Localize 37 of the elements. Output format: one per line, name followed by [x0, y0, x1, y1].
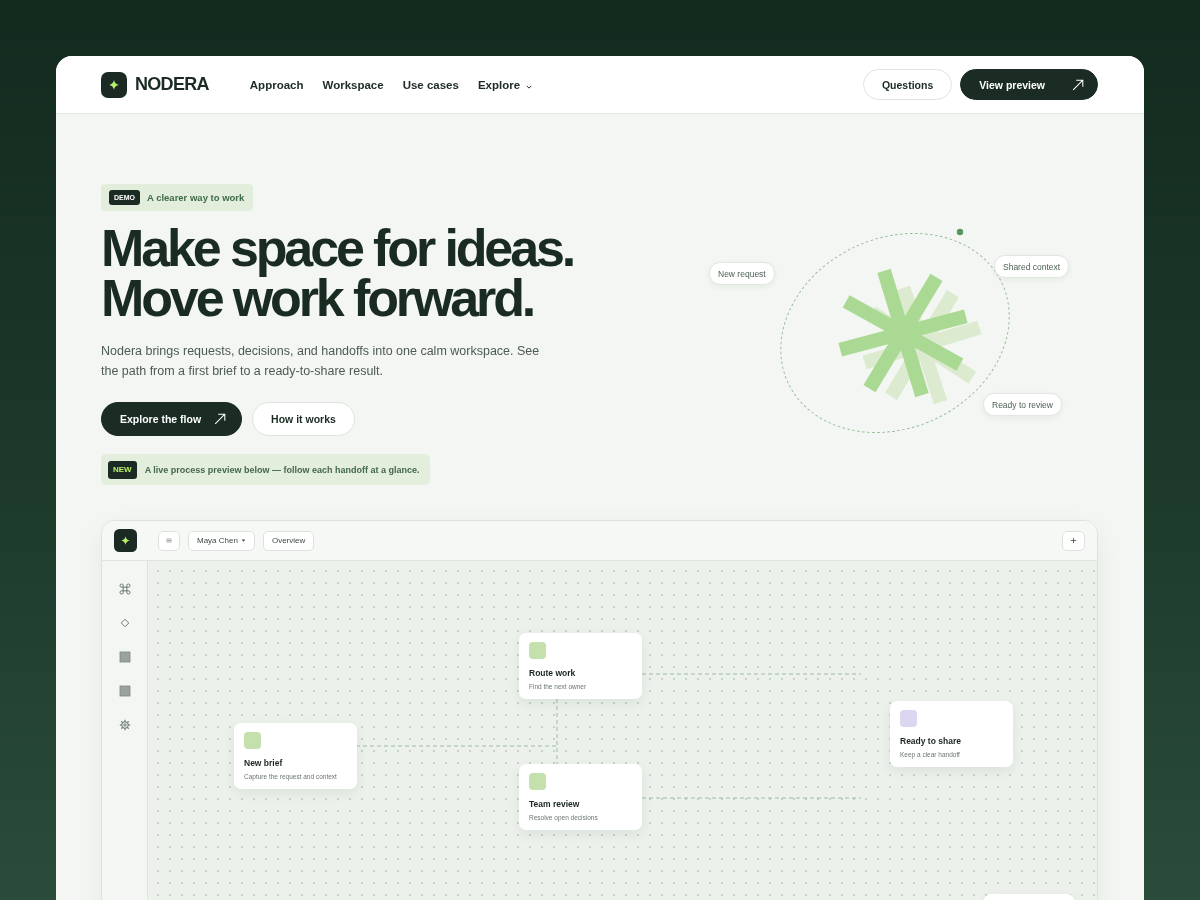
floating-label: New request — [709, 262, 775, 285]
badge-text: A clearer way to work — [147, 192, 245, 203]
nav-link[interactable]: Approach — [249, 78, 304, 91]
floating-label: Shared context — [994, 255, 1070, 278]
plus-icon — [1070, 537, 1077, 544]
diamond-icon[interactable] — [119, 618, 130, 628]
user-menu-button[interactable]: Maya Chen — [188, 530, 255, 551]
hero-description: Nodera brings requests, decisions, and handoffs into one calm workspace. See the path from a first brief to a ready-to-share result. — [101, 343, 541, 380]
secondary-button[interactable]: Questions — [862, 69, 953, 100]
caret-down-icon — [240, 539, 246, 542]
floating-label: Ready to review — [983, 393, 1062, 416]
node-title: Team review — [529, 799, 581, 809]
notice-text: A live process preview below — follow each handoff at a glance. — [144, 464, 420, 475]
primary-button[interactable]: Explore the flow — [101, 402, 243, 436]
secondary-button[interactable]: How it works — [252, 402, 355, 436]
dot-icon — [956, 228, 964, 236]
sparkle-logo-icon[interactable] — [114, 529, 137, 552]
node-title: New brief — [244, 758, 284, 768]
node-title: Route work — [529, 668, 577, 678]
nav-link[interactable]: Use cases — [402, 78, 459, 91]
hero-headline: Make space for ideas. Move work forward. — [101, 223, 574, 323]
command-icon[interactable] — [118, 583, 131, 595]
primary-button[interactable]: View preview — [960, 69, 1098, 100]
chevron-down-icon — [526, 84, 533, 89]
square-icon[interactable] — [118, 685, 131, 697]
arrow-up-right-icon — [213, 412, 228, 426]
arrow-up-right-icon — [1071, 77, 1085, 92]
node-title: Ready to share — [900, 736, 962, 746]
sparkle-logo-icon[interactable] — [101, 71, 127, 98]
nav-link[interactable]: Workspace — [322, 78, 384, 91]
nav-link[interactable]: Explore — [477, 78, 533, 91]
gear-icon[interactable] — [118, 719, 131, 731]
new-tag: NEW — [108, 460, 137, 479]
square-icon[interactable] — [118, 651, 131, 663]
brand-name[interactable]: NODERA — [135, 74, 209, 95]
menu-icon — [166, 538, 172, 543]
view-button[interactable]: Overview — [262, 530, 315, 551]
